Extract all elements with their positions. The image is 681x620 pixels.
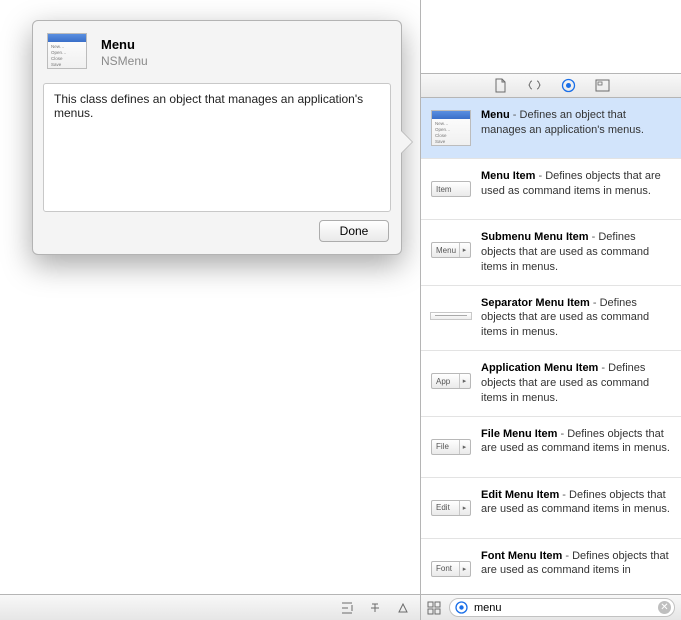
library-item-text: Separator Menu Item - Defines objects th…: [481, 296, 673, 341]
library-item-title: Application Menu Item: [481, 362, 598, 374]
code-snippet-tab-icon[interactable]: [526, 78, 542, 94]
library-item-title: Menu: [481, 109, 510, 121]
object-library-list[interactable]: New… Open… Close Save Menu - Defines an o…: [421, 98, 681, 594]
search-input[interactable]: [472, 601, 654, 615]
pill-thumb-icon: Font▸: [429, 549, 473, 589]
popover-description: This class defines an object that manage…: [43, 83, 391, 212]
library-item-title: File Menu Item: [481, 428, 557, 440]
library-item-text: Submenu Menu Item - Defines objects that…: [481, 230, 673, 275]
library-item[interactable]: Item Menu Item - Defines objects that are…: [421, 159, 681, 220]
file-template-tab-icon[interactable]: [492, 78, 508, 94]
resolve-icon[interactable]: [396, 601, 410, 615]
library-item[interactable]: Edit▸ Edit Menu Item - Defines objects th…: [421, 478, 681, 539]
library-item[interactable]: Menu▸Submenu Menu Item - Defines objects…: [421, 220, 681, 286]
menu-thumb-icon: New… Open… Close Save: [429, 108, 473, 148]
done-button[interactable]: Done: [319, 220, 389, 242]
clear-search-icon[interactable]: ✕: [658, 601, 671, 614]
pill-thumb-icon: Edit▸: [429, 488, 473, 528]
item-thumb-icon: Item: [429, 169, 473, 209]
sep-thumb-icon: [429, 296, 473, 336]
library-item-title: Submenu Menu Item: [481, 231, 589, 243]
library-item-text: Menu Item - Defines objects that are use…: [481, 169, 673, 199]
library-bottom-bar: ✕: [421, 594, 681, 620]
library-item-title: Separator Menu Item: [481, 297, 590, 309]
library-item-title: Edit Menu Item: [481, 489, 559, 501]
grid-view-icon[interactable]: [427, 601, 441, 615]
search-scope-icon[interactable]: [455, 601, 468, 614]
object-library-tab-icon[interactable]: [560, 78, 576, 94]
pill-thumb-icon: File▸: [429, 427, 473, 467]
media-library-tab-icon[interactable]: [594, 78, 610, 94]
popover-subtitle: NSMenu: [101, 54, 148, 69]
align-icon[interactable]: [340, 601, 354, 615]
library-tabbar: [421, 74, 681, 98]
inspector-empty-area: [421, 0, 681, 74]
library-item[interactable]: File▸ File Menu Item - Defines objects th…: [421, 417, 681, 478]
library-item[interactable]: Separator Menu Item - Defines objects th…: [421, 286, 681, 352]
library-item-text: Font Menu Item - Defines objects that ar…: [481, 549, 673, 579]
canvas-bottom-toolbar: [0, 594, 420, 620]
menu-template-icon: New… Open… Close Save: [47, 33, 91, 73]
help-popover: New… Open… Close Save Menu NSMenu This c…: [32, 20, 402, 255]
pill-thumb-icon: App▸: [429, 361, 473, 401]
library-item-title: Font Menu Item: [481, 550, 562, 562]
library-item[interactable]: New… Open… Close Save Menu - Defines an o…: [421, 98, 681, 159]
library-item-text: File Menu Item - Defines objects that ar…: [481, 427, 673, 457]
pill-thumb-icon: Menu▸: [429, 230, 473, 270]
library-item-text: Menu - Defines an object that manages an…: [481, 108, 673, 138]
pin-icon[interactable]: [368, 601, 382, 615]
library-item-title: Menu Item: [481, 170, 535, 182]
library-item[interactable]: App▸Application Menu Item - Defines obje…: [421, 351, 681, 417]
popover-title: Menu: [101, 37, 148, 53]
library-search-field[interactable]: ✕: [449, 598, 675, 617]
library-item-text: Application Menu Item - Defines objects …: [481, 361, 673, 406]
library-item-text: Edit Menu Item - Defines objects that ar…: [481, 488, 673, 518]
library-item[interactable]: Font▸ Font Menu Item - Defines objects th…: [421, 539, 681, 594]
